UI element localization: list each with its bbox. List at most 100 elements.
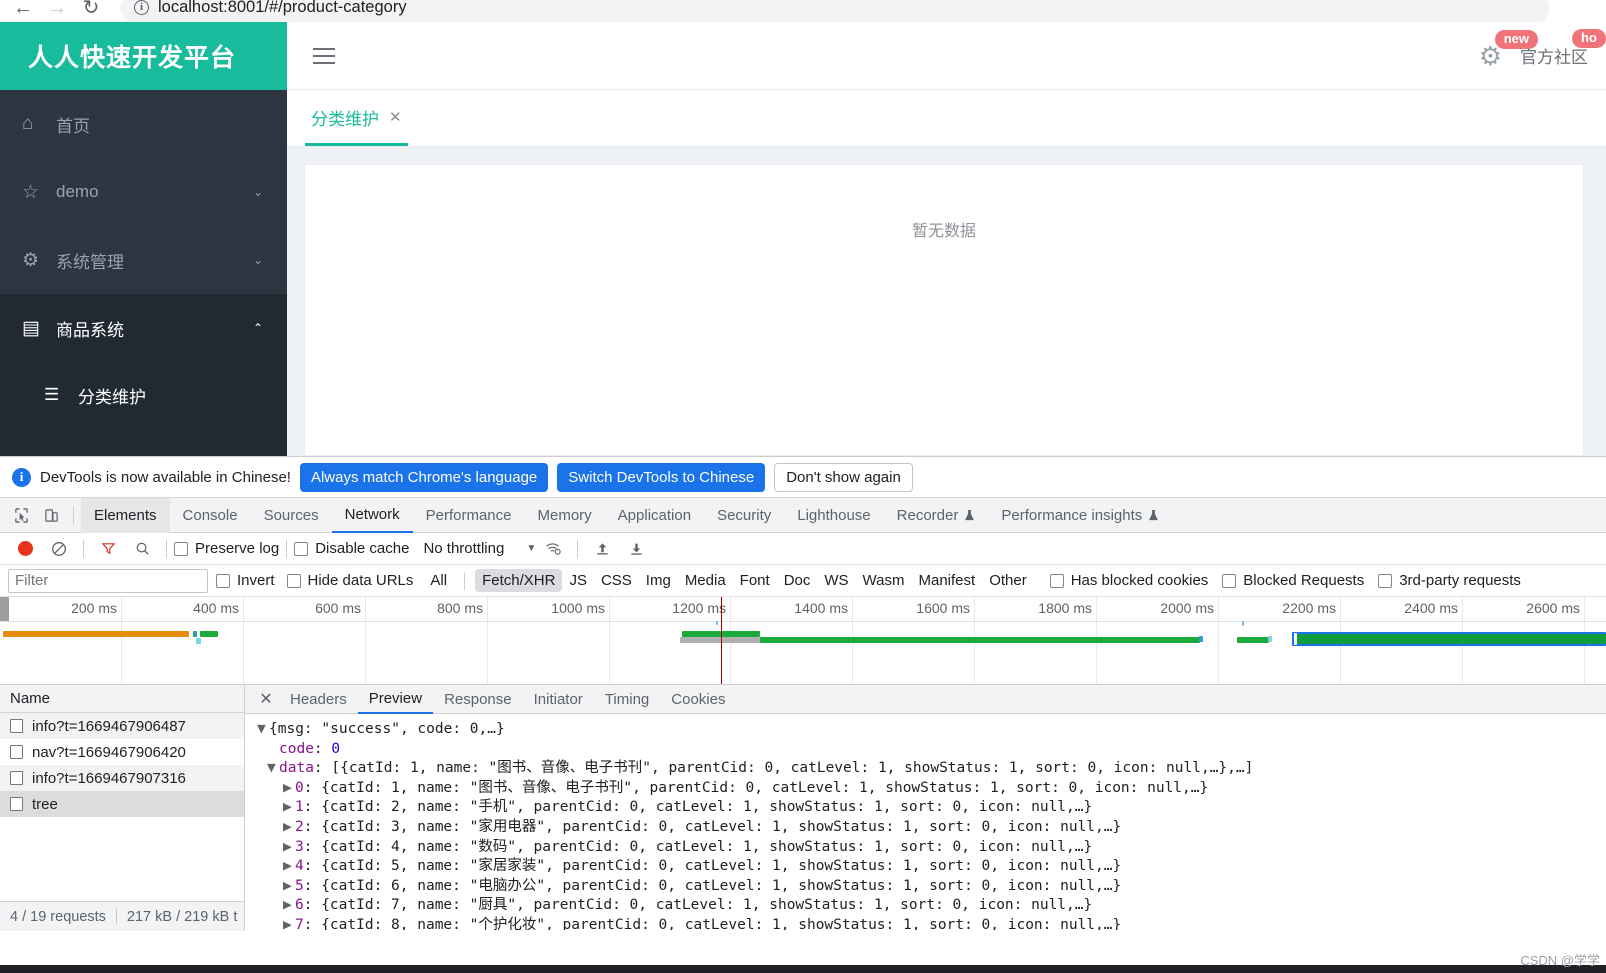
sidebar-item-home[interactable]: ⌂ 首页 [0, 90, 287, 158]
type-filter-fetch-xhr[interactable]: Fetch/XHR [475, 569, 563, 592]
devtools-tab-memory[interactable]: Memory [525, 498, 605, 533]
json-row-item[interactable]: ▶ 2: {catId: 3, name: "家用电器", parentCid: … [257, 818, 1606, 838]
type-filter-other[interactable]: Other [982, 569, 1034, 592]
blocked-requests-checkbox[interactable]: Blocked Requests [1222, 572, 1364, 589]
json-row-item[interactable]: ▶ 5: {catId: 6, name: "电脑办公", parentCid: … [257, 877, 1606, 897]
json-root-row[interactable]: ▼ {msg: "success", code: 0,…} [257, 720, 1606, 740]
sidebar-item-demo[interactable]: ☆ demo ⌄ [0, 158, 287, 226]
device-toolbar-icon[interactable] [36, 501, 66, 529]
filter-button[interactable] [91, 535, 125, 563]
disable-cache-checkbox[interactable]: Disable cache [294, 540, 409, 557]
type-filter-ws[interactable]: WS [817, 569, 855, 592]
collapse-arrow-icon[interactable]: ▶ [283, 838, 295, 858]
hide-data-urls-checkbox[interactable]: Hide data URLs [286, 572, 413, 589]
devtools-tab-console[interactable]: Console [170, 498, 251, 533]
close-icon[interactable]: ✕ [389, 108, 402, 126]
devtools-tab-recorder[interactable]: Recorder [884, 498, 989, 533]
devtools-tab-lighthouse[interactable]: Lighthouse [784, 498, 883, 533]
devtools-tab-sources[interactable]: Sources [251, 498, 332, 533]
network-conditions-button[interactable] [536, 535, 570, 563]
header-community-link[interactable]: 官方社区 ho [1520, 29, 1606, 68]
close-icon[interactable]: ✕ [253, 686, 279, 712]
table-row[interactable]: nav?t=1669467906420 [0, 739, 244, 765]
collapse-arrow-icon[interactable]: ▶ [283, 857, 295, 877]
expand-arrow-icon[interactable]: ▼ [267, 759, 279, 779]
collapse-arrow-icon[interactable]: ▶ [283, 877, 295, 897]
dont-show-again-button[interactable]: Don't show again [774, 462, 913, 492]
import-har-button[interactable] [585, 535, 619, 563]
table-row[interactable]: info?t=1669467906487 [0, 713, 244, 739]
sidebar-item-system-management[interactable]: ⚙ 系统管理 ⌄ [0, 226, 287, 294]
record-button[interactable] [8, 535, 42, 563]
type-filter-manifest[interactable]: Manifest [912, 569, 983, 592]
third-party-requests-checkbox[interactable]: 3rd-party requests [1378, 572, 1521, 589]
collapse-arrow-icon[interactable]: ▶ [283, 798, 295, 818]
has-blocked-cookies-checkbox[interactable]: Has blocked cookies [1049, 572, 1208, 589]
json-row-item[interactable]: ▶ 1: {catId: 2, name: "手机", parentCid: 0,… [257, 798, 1606, 818]
devtools-tab-application[interactable]: Application [605, 498, 704, 533]
waterfall-resize-grip[interactable] [0, 597, 9, 621]
detail-tab-preview[interactable]: Preview [357, 685, 434, 714]
type-filter-wasm[interactable]: Wasm [856, 569, 912, 592]
screenshot-root: ← → ↻ i localhost:8001/#/product-categor… [0, 0, 1606, 973]
detail-tab-initiator[interactable]: Initiator [523, 685, 594, 714]
json-preview-tree[interactable]: ▼ {msg: "success", code: 0,…} code: 0 ▼ da… [245, 714, 1606, 930]
detail-tab-timing[interactable]: Timing [594, 685, 660, 714]
search-button[interactable] [125, 535, 159, 563]
json-row-item[interactable]: ▶ 7: {catId: 8, name: "个护化妆", parentCid: … [257, 916, 1606, 930]
devtools-tab-elements[interactable]: Elements [81, 497, 170, 533]
header-settings[interactable]: ⚙ new [1479, 29, 1538, 69]
back-icon[interactable]: ← [6, 0, 40, 22]
collapse-arrow-icon[interactable]: ▶ [283, 896, 295, 916]
site-info-icon[interactable]: i [134, 0, 149, 15]
json-row-data[interactable]: ▼ data: [{catId: 1, name: "图书、音像、电子书刊", p… [257, 759, 1606, 779]
sidebar-item-category-maintenance[interactable]: ☰ 分类维护 [0, 362, 287, 428]
type-filter-css[interactable]: CSS [594, 569, 639, 592]
collapse-arrow-icon[interactable]: ▶ [283, 779, 295, 799]
reload-icon[interactable]: ↻ [74, 0, 108, 22]
type-filter-doc[interactable]: Doc [777, 569, 818, 592]
detail-tab-response[interactable]: Response [433, 685, 523, 714]
address-bar[interactable]: i localhost:8001/#/product-category [120, 0, 1550, 22]
export-har-button[interactable] [619, 535, 653, 563]
json-row-item[interactable]: ▶ 4: {catId: 5, name: "家居家装", parentCid: … [257, 857, 1606, 877]
switch-devtools-language-button[interactable]: Switch DevTools to Chinese [557, 462, 766, 492]
always-match-language-button[interactable]: Always match Chrome's language [299, 462, 549, 492]
detail-tab-cookies[interactable]: Cookies [660, 685, 736, 714]
app-logo[interactable]: 人人快速开发平台 [0, 22, 287, 90]
divider [73, 506, 74, 524]
type-filter-all[interactable]: All [423, 569, 454, 592]
type-filter-img[interactable]: Img [639, 569, 678, 592]
throttling-select[interactable]: No throttling ▼ [423, 540, 536, 557]
expand-arrow-icon[interactable]: ▼ [257, 720, 269, 740]
table-row[interactable]: info?t=1669467907316 [0, 765, 244, 791]
json-row-item[interactable]: ▶ 6: {catId: 7, name: "厨具", parentCid: 0,… [257, 896, 1606, 916]
tab-category-maintenance[interactable]: 分类维护 ✕ [305, 91, 408, 146]
network-waterfall-overview[interactable]: 200 ms 400 ms 600 ms 800 ms 1000 ms 1200… [0, 597, 1606, 685]
preserve-log-checkbox[interactable]: Preserve log [174, 540, 279, 557]
collapse-arrow-icon[interactable]: ▶ [283, 916, 295, 930]
invert-checkbox[interactable]: Invert [216, 572, 275, 589]
type-filter-media[interactable]: Media [678, 569, 733, 592]
json-row-item[interactable]: ▶ 0: {catId: 1, name: "图书、音像、电子书刊", paren… [257, 779, 1606, 799]
json-row-item[interactable]: ▶ 3: {catId: 4, name: "数码", parentCid: 0,… [257, 838, 1606, 858]
devtools-tab-performance[interactable]: Performance [413, 498, 525, 533]
hamburger-icon[interactable] [313, 47, 335, 64]
devtools-tab-performance-insights[interactable]: Performance insights [988, 498, 1172, 533]
type-filter-js[interactable]: JS [562, 569, 594, 592]
json-value: {catId: 3, name: "家用电器", parentCid: 0, c… [321, 818, 1122, 835]
type-filter-font[interactable]: Font [733, 569, 777, 592]
devtools-tab-network[interactable]: Network [331, 498, 413, 533]
clear-button[interactable] [42, 535, 76, 563]
filter-input[interactable] [8, 568, 208, 593]
clear-icon [52, 541, 66, 556]
tab-label: Timing [604, 690, 650, 708]
request-list-panel[interactable]: Name info?t=1669467906487 nav?t=16694679… [0, 685, 245, 931]
forward-icon[interactable]: → [40, 0, 74, 22]
detail-tab-headers[interactable]: Headers [279, 685, 358, 714]
inspect-element-icon[interactable] [6, 501, 36, 529]
sidebar-item-product-system[interactable]: ▤ 商品系统 ⌃ [0, 294, 287, 362]
devtools-tab-security[interactable]: Security [704, 498, 784, 533]
table-row[interactable]: tree [0, 791, 244, 817]
collapse-arrow-icon[interactable]: ▶ [283, 818, 295, 838]
